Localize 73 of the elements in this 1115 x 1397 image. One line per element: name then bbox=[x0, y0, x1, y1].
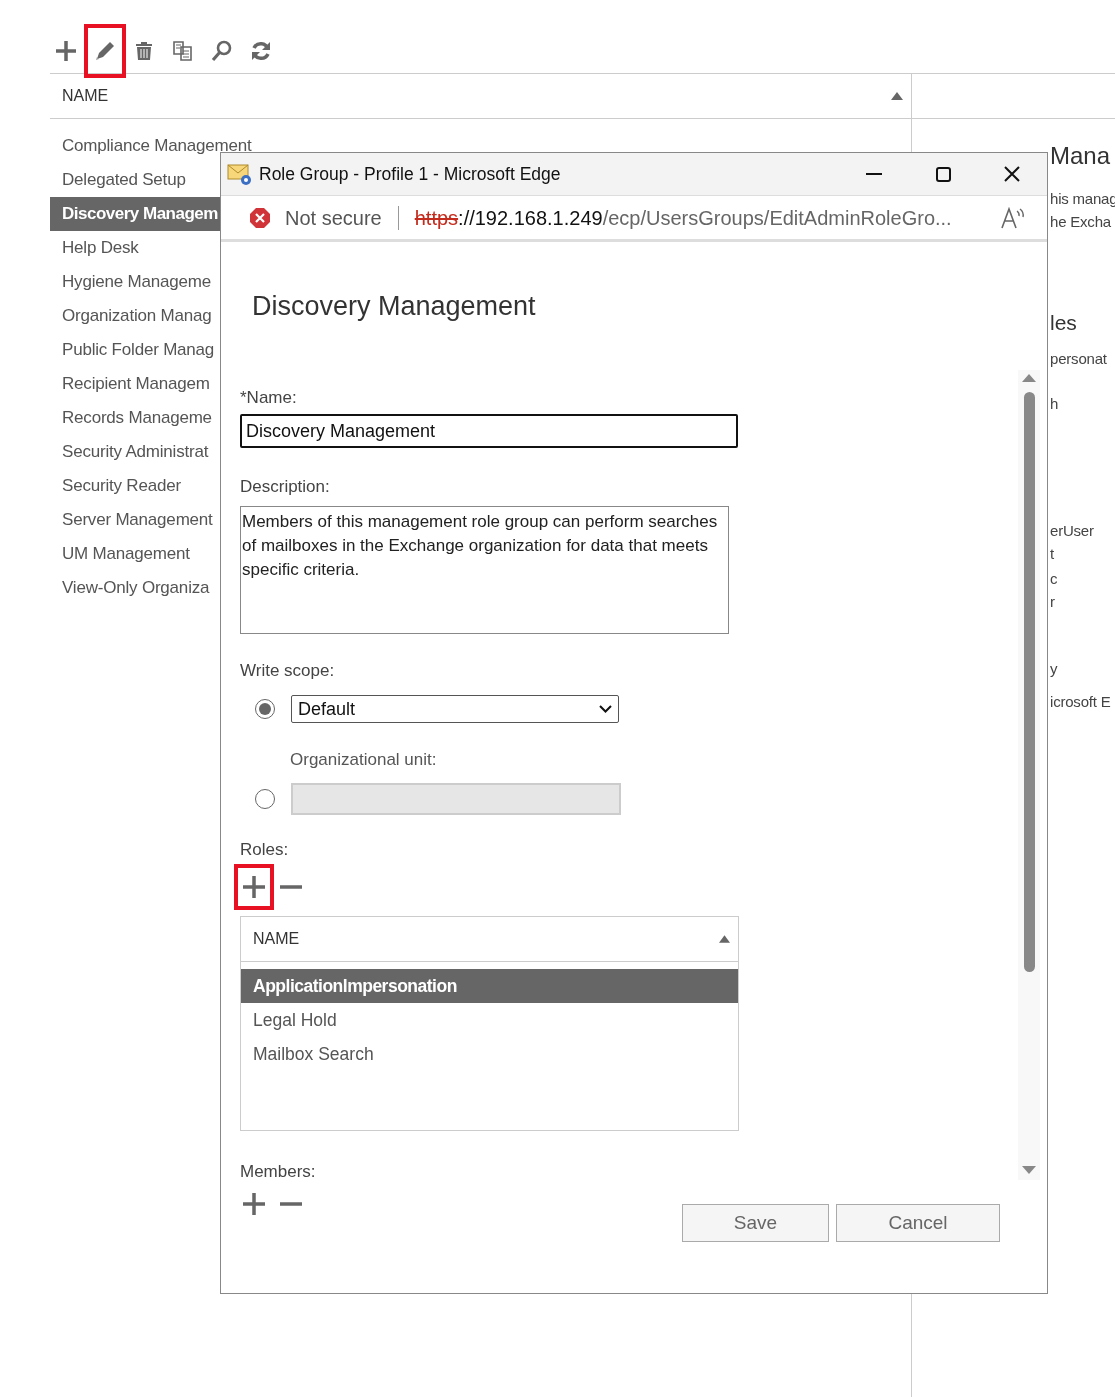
radio-button[interactable] bbox=[255, 699, 275, 719]
detail-text: c bbox=[1050, 569, 1059, 589]
scroll-down-icon[interactable] bbox=[1022, 1166, 1036, 1174]
column-title: NAME bbox=[253, 929, 300, 949]
list-item[interactable]: Help Desk bbox=[50, 231, 220, 265]
scroll-up-icon[interactable] bbox=[1022, 374, 1036, 382]
error-icon bbox=[249, 206, 271, 229]
maximize-icon bbox=[935, 166, 951, 182]
toolbar-button[interactable] bbox=[84, 24, 126, 78]
detail-text: Mana bbox=[1050, 141, 1112, 171]
detail-text: t bbox=[1050, 544, 1055, 564]
table-row[interactable]: Legal Hold bbox=[241, 1003, 738, 1037]
list-item[interactable]: Recipient Managem bbox=[50, 367, 220, 401]
detail-text: h bbox=[1050, 394, 1060, 414]
detail-text: icrosoft E bbox=[1050, 692, 1112, 712]
search-icon bbox=[210, 39, 234, 63]
list-item[interactable]: Compliance Management bbox=[50, 129, 254, 163]
close-icon bbox=[1004, 166, 1020, 182]
minus-icon bbox=[280, 885, 302, 889]
plus-icon bbox=[54, 39, 78, 63]
write-scope-label: Write scope: bbox=[240, 659, 336, 682]
sort-arrow-icon bbox=[719, 935, 730, 943]
scope-select[interactable]: Default bbox=[291, 695, 619, 723]
plus-icon bbox=[242, 1191, 266, 1216]
list-item[interactable]: Hygiene Manageme bbox=[50, 265, 220, 299]
list-item[interactable]: Organization Manag bbox=[50, 299, 220, 333]
list-item[interactable]: Delegated Setup bbox=[50, 163, 220, 197]
envelope-gear-icon bbox=[227, 161, 253, 187]
minus-icon bbox=[280, 1201, 302, 1206]
refresh-icon bbox=[249, 39, 273, 63]
minimize-icon bbox=[866, 173, 882, 175]
read-aloud-icon[interactable] bbox=[1001, 206, 1025, 229]
name-label: *Name: bbox=[240, 386, 298, 409]
list-item[interactable]: Public Folder Manag bbox=[50, 333, 220, 367]
column-header[interactable]: NAME bbox=[50, 74, 911, 119]
list-item[interactable]: UM Management bbox=[50, 537, 220, 571]
dialog-button[interactable]: Save bbox=[682, 1204, 829, 1242]
plus-icon bbox=[242, 875, 266, 899]
dialog-button[interactable]: Cancel bbox=[836, 1204, 1000, 1242]
chevron-down-icon bbox=[599, 705, 612, 713]
list-item[interactable]: Security Administrat bbox=[50, 435, 220, 469]
url-text[interactable]: https://192.168.1.249/ecp/UsersGroups/EditAdminRoleGro... bbox=[414, 202, 1001, 233]
add-button[interactable] bbox=[234, 864, 274, 910]
scrollbar-thumb[interactable] bbox=[1023, 392, 1035, 972]
list-item[interactable]: Server Management bbox=[50, 503, 220, 537]
column-header[interactable]: NAME bbox=[241, 917, 738, 962]
list-item[interactable]: Discovery Managem bbox=[50, 197, 220, 231]
dialog-heading: Discovery Management bbox=[252, 290, 537, 323]
list-item[interactable]: Records Manageme bbox=[50, 401, 220, 435]
table-row[interactable]: Mailbox Search bbox=[241, 1037, 738, 1071]
detail-text: he Excha bbox=[1050, 212, 1112, 232]
detail-text: personat bbox=[1050, 349, 1108, 369]
window-title: Role Group - Profile 1 - Microsoft Edge bbox=[259, 162, 562, 186]
detail-text: erUser bbox=[1050, 521, 1095, 541]
description-field[interactable]: Members of this management role group can perform searches of mailboxes in the Exchange organization for data that meets specific criteria. bbox=[240, 505, 729, 634]
detail-text: r bbox=[1050, 592, 1056, 612]
column-title: NAME bbox=[62, 86, 109, 106]
sort-arrow-icon bbox=[891, 92, 903, 100]
security-status[interactable]: Not secure bbox=[285, 202, 382, 233]
radio-button[interactable] bbox=[255, 788, 275, 809]
copy-icon bbox=[171, 39, 195, 63]
description-label: Description: bbox=[240, 476, 331, 498]
pencil-icon bbox=[93, 39, 117, 63]
list-item[interactable]: View-Only Organiza bbox=[50, 571, 220, 605]
roles-label: Roles: bbox=[240, 838, 290, 861]
ou-label: Organizational unit: bbox=[290, 749, 438, 771]
detail-text: les bbox=[1050, 310, 1078, 336]
list-item[interactable]: Security Reader bbox=[50, 469, 220, 503]
ou-field[interactable] bbox=[291, 782, 621, 815]
table-row[interactable]: ApplicationImpersonation bbox=[241, 969, 738, 1003]
name-field[interactable]: Discovery Management bbox=[240, 414, 738, 448]
detail-text: y bbox=[1050, 659, 1059, 679]
members-label: Members: bbox=[240, 1161, 317, 1183]
